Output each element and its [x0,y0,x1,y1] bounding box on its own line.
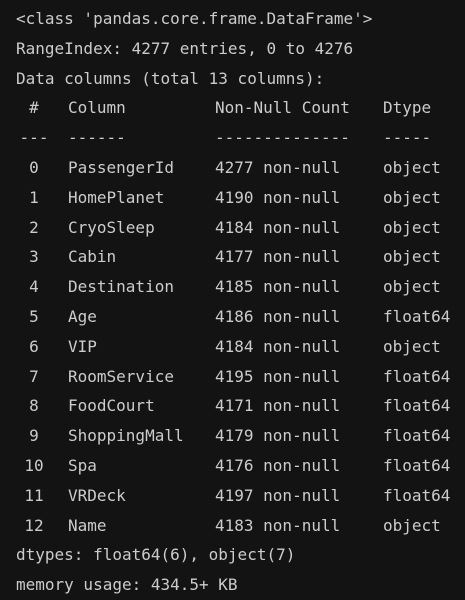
table-row: 8 FoodCourt 4171 non-null float64 [16,391,465,421]
row-num: 3 [29,247,39,267]
row-non-null: 4179 non-null [215,426,341,446]
row-column: VIP [68,336,97,356]
row-dtype: float64 [383,366,451,386]
row-non-null: 4277 non-null [215,157,341,177]
dataframe-info-output: <class 'pandas.core.frame.DataFrame'> Ra… [0,0,465,597]
row-column: CryoSleep [68,217,155,237]
row-column: VRDeck [68,485,126,505]
separator-dtype: ----- [383,128,432,148]
row-num: 11 [24,485,44,505]
row-num: 9 [29,426,39,446]
row-column: HomePlanet [68,187,165,207]
row-dtype: object [383,515,441,535]
table-row: 9 ShoppingMall 4179 non-null float64 [16,421,465,451]
dtypes-line: dtypes: float64(6), object(7) [16,545,296,565]
table-row: 3 Cabin 4177 non-null object [16,242,465,272]
row-non-null: 4171 non-null [215,396,341,416]
separator-non-null: -------------- [215,128,350,148]
table-row: 1 HomePlanet 4190 non-null object [16,183,465,213]
table-row: 12 Name 4183 non-null object [16,511,465,541]
row-dtype: object [383,157,441,177]
separator-num: --- [19,128,49,148]
row-column: Name [68,515,107,535]
table-header-row: # Column Non-Null Count Dtype [16,93,465,123]
row-num: 12 [24,515,44,535]
row-non-null: 4190 non-null [215,187,341,207]
row-non-null: 4177 non-null [215,247,341,267]
data-columns-line: Data columns (total 13 columns): [16,68,325,88]
row-dtype: object [383,217,441,237]
row-num: 0 [29,157,39,177]
row-column: PassengerId [68,157,174,177]
row-non-null: 4195 non-null [215,366,341,386]
header-num: # [29,98,39,118]
row-num: 1 [29,187,39,207]
row-dtype: float64 [383,455,451,475]
row-non-null: 4183 non-null [215,515,341,535]
row-non-null: 4176 non-null [215,455,341,475]
table-row: 5 Age 4186 non-null float64 [16,302,465,332]
table-row: 10 Spa 4176 non-null float64 [16,451,465,481]
row-num: 5 [29,306,39,326]
table-row: 0 PassengerId 4277 non-null object [16,153,465,183]
row-num: 2 [29,217,39,237]
row-column: ShoppingMall [68,426,184,446]
row-dtype: object [383,277,441,297]
table-row: 2 CryoSleep 4184 non-null object [16,213,465,243]
table-row: 11 VRDeck 4197 non-null float64 [16,481,465,511]
row-non-null: 4184 non-null [215,336,341,356]
row-num: 6 [29,336,39,356]
row-dtype: float64 [383,426,451,446]
row-column: Destination [68,277,174,297]
row-column: RoomService [68,366,174,386]
row-dtype: float64 [383,485,451,505]
memory-line: memory usage: 434.5+ KB [16,575,238,595]
row-num: 10 [24,455,44,475]
table-row: 6 VIP 4184 non-null object [16,332,465,362]
row-num: 4 [29,277,39,297]
table-body: 0 PassengerId 4277 non-null object 1 HomePlan… [16,153,465,540]
table-separator-row: --- ------ -------------- ----- [16,123,465,153]
header-column: Column [68,98,126,118]
row-non-null: 4184 non-null [215,217,341,237]
row-dtype: object [383,187,441,207]
row-dtype: float64 [383,396,451,416]
separator-column: ------ [68,128,126,148]
row-column: FoodCourt [68,396,155,416]
row-dtype: float64 [383,306,451,326]
row-num: 8 [29,396,39,416]
row-non-null: 4197 non-null [215,485,341,505]
row-column: Spa [68,455,97,475]
row-num: 7 [29,366,39,386]
class-line: <class 'pandas.core.frame.DataFrame'> [16,9,373,28]
row-dtype: object [383,336,441,356]
header-dtype: Dtype [383,98,432,118]
header-non-null: Non-Null Count [215,98,350,118]
row-dtype: object [383,247,441,267]
row-non-null: 4185 non-null [215,277,341,297]
range-index-line: RangeIndex: 4277 entries, 0 to 4276 [16,38,354,58]
table-row: 4 Destination 4185 non-null object [16,272,465,302]
row-column: Age [68,306,97,326]
row-non-null: 4186 non-null [215,306,341,326]
row-column: Cabin [68,247,117,267]
table-row: 7 RoomService 4195 non-null float64 [16,362,465,392]
